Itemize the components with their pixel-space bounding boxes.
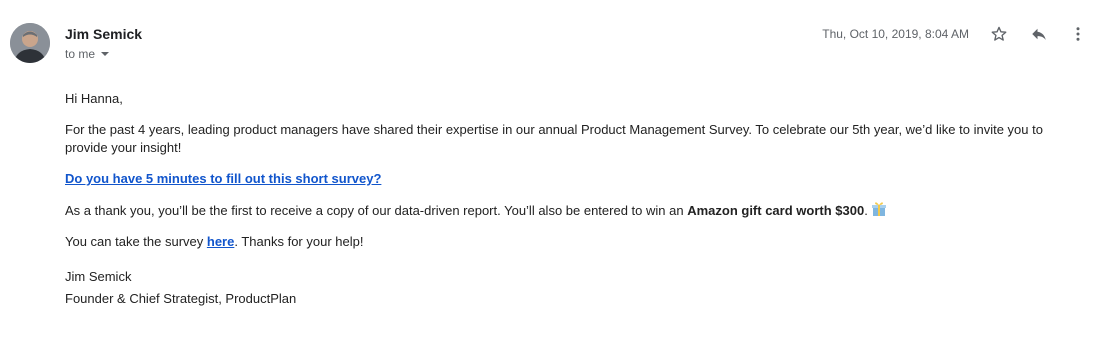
take-survey-paragraph: You can take the survey here. Thanks for…: [65, 233, 1065, 251]
signature-name: Jim Semick: [65, 269, 132, 284]
take-survey-suffix: . Thanks for your help!: [234, 234, 364, 249]
survey-paragraph: Do you have 5 minutes to fill out this s…: [65, 170, 1065, 188]
email-header: Jim Semick to me Thu, Oct 10, 2019, 8:04…: [0, 0, 1099, 80]
survey-link[interactable]: Do you have 5 minutes to fill out this s…: [65, 171, 381, 186]
more-options-button[interactable]: [1066, 22, 1090, 46]
star-button[interactable]: [987, 22, 1011, 46]
timestamp: Thu, Oct 10, 2019, 8:04 AM: [822, 27, 969, 41]
email-body: Hi Hanna, For the past 4 years, leading …: [65, 90, 1065, 312]
signature: Jim Semick Founder & Chief Strategist, P…: [65, 268, 1065, 308]
avatar-photo: [10, 23, 50, 63]
recipient-dropdown[interactable]: to me: [65, 47, 110, 61]
intro-paragraph: For the past 4 years, leading product ma…: [65, 122, 1043, 155]
chevron-down-icon[interactable]: [101, 52, 110, 56]
here-link[interactable]: here: [207, 234, 234, 249]
reply-button[interactable]: [1027, 22, 1051, 46]
take-survey-text: You can take the survey: [65, 234, 207, 249]
thanks-text: As a thank you, you’ll be the first to r…: [65, 203, 688, 218]
reply-icon: [1032, 28, 1046, 40]
avatar[interactable]: [10, 23, 50, 63]
thanks-suffix: .: [864, 203, 868, 218]
gift-card-text: Amazon gift card worth $300: [687, 203, 865, 218]
signature-title: Founder & Chief Strategist, ProductPlan: [65, 291, 297, 306]
gift-icon: [871, 201, 887, 217]
more-vert-icon: [1076, 27, 1080, 41]
greeting: Hi Hanna,: [65, 91, 123, 106]
thanks-paragraph: As a thank you, you’ll be the first to r…: [65, 201, 1065, 220]
recipient-label: to me: [65, 47, 96, 61]
sender-name: Jim Semick: [65, 26, 143, 42]
star-icon: [991, 26, 1007, 41]
